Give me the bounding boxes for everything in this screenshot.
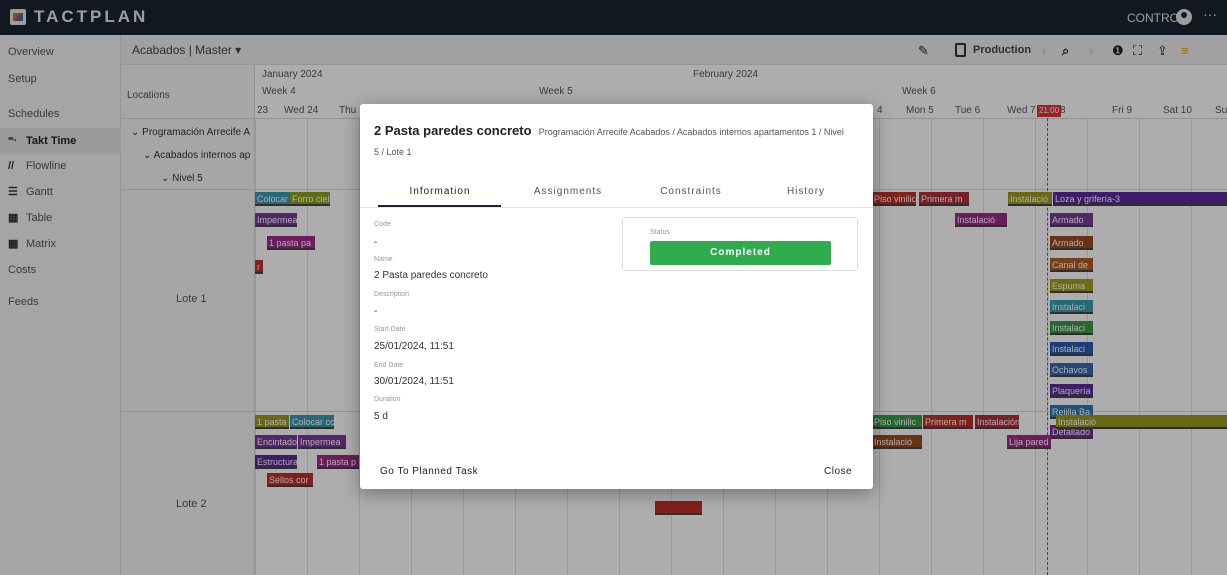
status-panel: Status Completed <box>622 217 858 271</box>
task-path-continued: 5 / Lote 1 <box>374 147 412 157</box>
close-button[interactable]: Close <box>824 466 852 477</box>
description-label: Description <box>374 291 410 298</box>
duration-label: Duration <box>374 396 401 403</box>
end-date-value: 30/01/2024, 11:51 <box>374 376 454 387</box>
status-label: Status <box>650 229 670 236</box>
end-date-label: End Date <box>374 362 404 369</box>
start-date-value: 25/01/2024, 11:51 <box>374 341 454 352</box>
duration-value: 5 d <box>374 411 388 422</box>
go-to-planned-task-button[interactable]: Go To Planned Task <box>380 466 478 477</box>
code-label: Code <box>374 221 391 228</box>
tab-assignments[interactable]: Assignments <box>508 186 628 197</box>
name-value: 2 Pasta paredes concreto <box>374 270 488 281</box>
task-detail-modal: 2 Pasta paredes concreto Programación Ar… <box>360 104 873 489</box>
status-badge[interactable]: Completed <box>650 241 831 265</box>
description-value: - <box>374 306 378 317</box>
task-title: 2 Pasta paredes concreto <box>374 123 532 138</box>
task-path: Programación Arrecife Acabados / Acabado… <box>538 127 844 137</box>
code-value: - <box>374 237 378 248</box>
start-date-label: Start Date <box>374 326 406 333</box>
tab-divider <box>360 207 873 208</box>
name-label: Name <box>374 256 393 263</box>
modal-title: 2 Pasta paredes concreto Programación Ar… <box>374 121 864 142</box>
tab-history[interactable]: History <box>746 186 866 197</box>
tab-constraints[interactable]: Constraints <box>631 186 751 197</box>
tab-information[interactable]: Information <box>380 186 500 197</box>
